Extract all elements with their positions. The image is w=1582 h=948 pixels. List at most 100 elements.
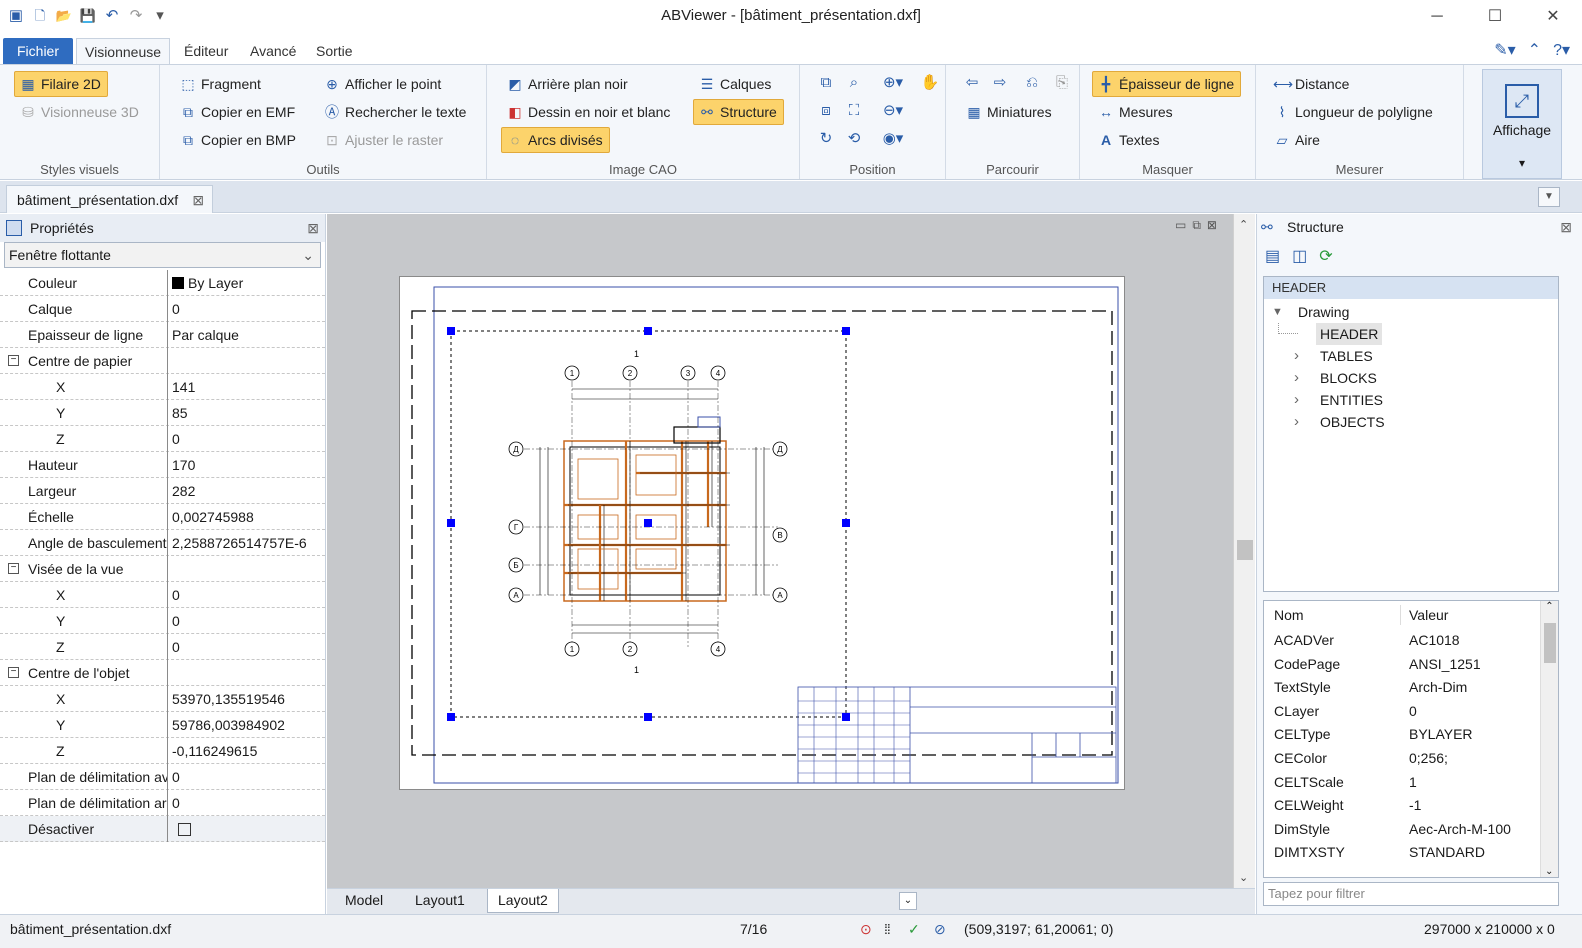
property-row[interactable]: X 53970,135519546 — [0, 686, 325, 712]
tree-node-entities[interactable]: › ENTITIES — [1264, 389, 1558, 411]
property-row[interactable]: − Centre de papier — [0, 348, 325, 374]
mesures-button[interactable]: ↔ Mesures — [1092, 99, 1180, 125]
pen-icon[interactable]: ✎▾ — [1494, 40, 1515, 60]
chevron-right-icon[interactable]: › — [1294, 389, 1299, 411]
arcs-divises-button[interactable]: ◌ Arcs divisés — [501, 127, 610, 153]
arriere-plan-noir-button[interactable]: ◩ Arrière plan noir — [501, 71, 635, 97]
property-row[interactable]: Y0 — [0, 608, 325, 634]
copier-emf-button[interactable]: ⧉ Copier en EMF — [174, 99, 302, 125]
scroll-thumb[interactable] — [1237, 540, 1253, 560]
close-panel-icon[interactable]: ⊠ — [307, 214, 319, 242]
split-horizontal-icon[interactable]: ▤ — [1265, 246, 1280, 266]
table-row[interactable]: CLayer 0 — [1264, 700, 1558, 724]
split-vertical-icon[interactable]: ◫ — [1292, 246, 1307, 266]
orbit-icon[interactable]: ◉▾ — [876, 127, 910, 151]
property-row[interactable]: Angle de basculement 2,2588726514757E-6 — [0, 530, 325, 556]
filter-input[interactable]: Tapez pour filtrer — [1263, 882, 1559, 906]
tree-node-blocks[interactable]: › BLOCKS — [1264, 367, 1558, 389]
tab-visionneuse[interactable]: Visionneuse — [76, 38, 171, 64]
property-row[interactable]: Largeur 282 — [0, 478, 325, 504]
table-row[interactable]: CELTScale 1 — [1264, 771, 1558, 795]
ortho-icon[interactable]: ✓ — [908, 921, 920, 938]
property-row[interactable]: Plan de délimitation arrière0 — [0, 790, 325, 816]
property-row[interactable]: Calque 0 — [0, 296, 325, 322]
tab-avance[interactable]: Avancé — [242, 38, 304, 64]
property-row[interactable]: Désactiver — [0, 816, 325, 842]
table-row[interactable]: DimStyle Aec-Arch-M-100 — [1264, 818, 1558, 842]
pan-hand-icon[interactable]: ✋ — [918, 71, 942, 95]
close-panel-icon[interactable]: ⊠ — [1560, 214, 1572, 240]
table-scrollbar[interactable]: ⌃ ⌄ — [1540, 601, 1558, 877]
property-row[interactable]: Échelle 0,002745988 — [0, 504, 325, 530]
property-row[interactable]: Plan de délimitation avant0 — [0, 764, 325, 790]
rotate-icon[interactable]: ↻ — [814, 127, 838, 151]
property-row[interactable]: − Centre de l'objet — [0, 660, 325, 686]
tree-node-objects[interactable]: › OBJECTS — [1264, 411, 1558, 433]
page-back-icon[interactable]: ⎌ — [1020, 71, 1044, 95]
zoom-out-icon[interactable]: ⊖▾ — [876, 99, 910, 123]
miniatures-button[interactable]: ▦ Miniatures — [960, 99, 1059, 125]
distance-button[interactable]: ⟷ Distance — [1268, 71, 1356, 97]
property-row[interactable]: Z -0,116249615 — [0, 738, 325, 764]
table-row[interactable]: CELWeight -1 — [1264, 794, 1558, 818]
vertical-scrollbar[interactable]: ⌃ ⌄ — [1233, 214, 1255, 888]
property-row[interactable]: Epaisseur de ligne Par calque — [0, 322, 325, 348]
chevron-right-icon[interactable]: › — [1294, 367, 1299, 389]
table-row[interactable]: TextStyle Arch-Dim — [1264, 676, 1558, 700]
checkbox[interactable] — [178, 823, 191, 836]
table-row[interactable]: CEColor 0;256; — [1264, 747, 1558, 771]
arrow-left-icon[interactable]: ⇦ — [960, 71, 984, 95]
visionneuse-3d-button[interactable]: ⛁ Visionneuse 3D — [14, 99, 146, 125]
zoom-previous-icon[interactable]: ⟲ — [842, 127, 866, 151]
scroll-up-icon[interactable]: ⌃ — [1541, 601, 1558, 612]
arrow-right-icon[interactable]: ⇨ — [988, 71, 1012, 95]
tab-layout2[interactable]: Layout2 — [487, 889, 559, 913]
tab-model[interactable]: Model — [335, 889, 393, 913]
chevron-down-icon[interactable]: ▼ — [1272, 301, 1283, 323]
property-row[interactable]: Z0 — [0, 426, 325, 452]
collapse-ribbon-icon[interactable]: ⌃ — [1528, 40, 1541, 60]
property-row[interactable]: − Visée de la vue — [0, 556, 325, 582]
rechercher-texte-button[interactable]: Ⓐ Rechercher le texte — [318, 99, 473, 125]
viewport-window-controls[interactable]: ▭⧉⊠ — [1175, 218, 1223, 233]
property-row[interactable]: X0 — [0, 582, 325, 608]
property-checkbox[interactable] — [170, 816, 320, 842]
noir-blanc-button[interactable]: ◧ Dessin en noir et blanc — [501, 99, 677, 125]
property-row[interactable]: Z0 — [0, 634, 325, 660]
close-icon[interactable]: ✕ — [1524, 0, 1582, 34]
property-row[interactable]: Y 85 — [0, 400, 325, 426]
calques-button[interactable]: ☰ Calques — [693, 71, 778, 97]
scroll-thumb[interactable] — [1544, 623, 1556, 663]
textes-button[interactable]: A Textes — [1092, 127, 1166, 153]
structure-button[interactable]: ⚯ Structure — [693, 99, 784, 125]
table-row[interactable]: DIMTXSTY STANDARD — [1264, 841, 1558, 865]
property-row[interactable]: X 141 — [0, 374, 325, 400]
property-row[interactable]: Y 59786,003984902 — [0, 712, 325, 738]
paper-sheet[interactable]: 1 2 3 4 1 2 4 Д Г Б А Д В А 1 1 — [399, 276, 1125, 790]
help-icon[interactable]: ?▾ — [1553, 40, 1570, 60]
object-selector[interactable]: Fenêtre flottante ⌄ — [4, 242, 321, 268]
scroll-down-icon[interactable]: ⌄ — [1545, 866, 1553, 877]
fit-extents-icon[interactable]: ⛶ — [842, 99, 866, 123]
minimize-icon[interactable]: ─ — [1408, 0, 1466, 34]
document-tab[interactable]: bâtiment_présentation.dxf ⊠ — [6, 185, 214, 213]
page-forward-icon[interactable]: ⎘ — [1050, 71, 1074, 95]
table-row[interactable]: ACADVer AC1018 — [1264, 629, 1558, 653]
polar-icon[interactable]: ⊘ — [934, 921, 946, 938]
table-row[interactable]: CodePage ANSI_1251 — [1264, 653, 1558, 677]
tree-node-header[interactable]: HEADER — [1264, 323, 1558, 345]
affichage-button[interactable]: ⤢ Affichage ▾ — [1482, 69, 1562, 179]
scroll-up-icon[interactable]: ⌃ — [1239, 218, 1248, 231]
fragment-button[interactable]: ⬚ Fragment — [174, 71, 268, 97]
zoom-in-icon[interactable]: ⊕▾ — [876, 71, 910, 95]
zoom-rect-icon[interactable]: ⌕ — [842, 71, 866, 95]
chevron-right-icon[interactable]: › — [1294, 345, 1299, 367]
aire-button[interactable]: ▱ Aire — [1268, 127, 1327, 153]
property-row[interactable]: Hauteur 170 — [0, 452, 325, 478]
tree-node-tables[interactable]: › TABLES — [1264, 345, 1558, 367]
chevron-right-icon[interactable]: › — [1294, 411, 1299, 433]
afficher-point-button[interactable]: ⊕ Afficher le point — [318, 71, 448, 97]
filaire-2d-button[interactable]: ▦ Filaire 2D — [14, 71, 108, 97]
tab-layout1[interactable]: Layout1 — [405, 889, 475, 913]
table-row[interactable]: CELType BYLAYER — [1264, 723, 1558, 747]
